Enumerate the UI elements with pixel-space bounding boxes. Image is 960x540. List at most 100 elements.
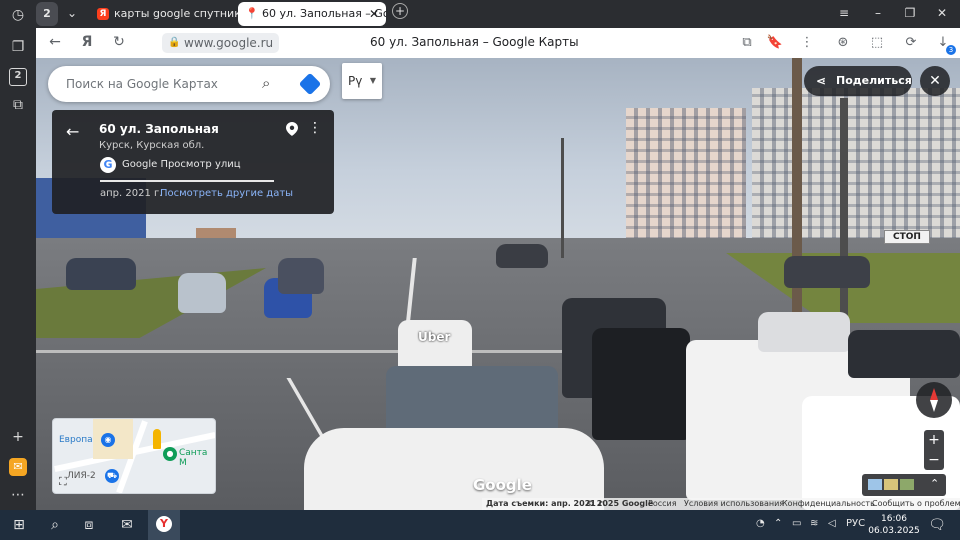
back-icon[interactable]: ← <box>46 34 64 50</box>
other-dates-link[interactable]: Посмотреть другие даты <box>160 188 293 199</box>
add-panel-icon[interactable]: + <box>9 428 27 446</box>
wifi-icon[interactable]: ≋ <box>810 518 818 529</box>
history-icon[interactable]: ◷ <box>9 6 27 24</box>
downloads-badge: 3 <box>946 45 956 55</box>
footer-privacy-link[interactable]: Конфиденциальность <box>782 498 875 510</box>
clock[interactable]: 16:06 06.03.2025 <box>866 513 922 537</box>
task-view-icon[interactable]: ⧈ <box>80 516 98 534</box>
share-icon: ⋖ <box>816 74 827 88</box>
map-label-santa: Санта М <box>179 448 208 468</box>
car <box>758 312 850 352</box>
car <box>848 330 960 378</box>
screenshot-icon[interactable]: ⧉ <box>9 96 27 114</box>
zoom-out-button[interactable]: − <box>924 450 944 470</box>
footer-country-link[interactable]: Россия <box>648 498 677 510</box>
battery-icon[interactable]: ▭ <box>792 518 801 529</box>
close-window-icon[interactable]: ✕ <box>934 6 950 20</box>
more-icon[interactable]: ⋯ <box>9 486 27 504</box>
minimize-icon[interactable]: – <box>870 6 886 20</box>
search-input[interactable]: Поиск на Google Картах <box>66 77 218 91</box>
traffic-light-pole <box>840 98 848 348</box>
url-field[interactable]: 🔒 www.google.ru <box>162 33 280 53</box>
back-arrow-icon[interactable]: ← <box>66 122 79 141</box>
footer-terms-link[interactable]: Условия использования <box>684 498 784 510</box>
more-options-icon[interactable]: ⋮ <box>798 34 816 52</box>
chevron-down-icon: ▼ <box>369 76 376 85</box>
shopping-icon: ◉ <box>101 433 115 447</box>
layer-thumb-icon[interactable] <box>884 479 898 490</box>
street-view-source: Google Просмотр улиц <box>122 159 241 170</box>
reload-icon[interactable]: ↻ <box>110 34 128 50</box>
car <box>178 273 226 313</box>
page-title: 60 ул. Запольная – Google Карты <box>370 35 579 49</box>
protect-icon[interactable]: ⊛ <box>834 34 852 52</box>
language-button[interactable]: Рү ▼ <box>342 63 382 99</box>
bookmark-icon[interactable]: 🔖 <box>766 34 784 52</box>
compass-icon[interactable] <box>916 382 952 418</box>
collections-icon[interactable]: ❐ <box>9 38 27 56</box>
restore-icon[interactable]: ❐ <box>902 6 918 20</box>
place-icon: ● <box>163 447 177 461</box>
close-icon[interactable]: ✕ <box>920 66 950 96</box>
chevron-up-icon[interactable]: ⌃ <box>930 477 939 490</box>
car <box>496 244 548 268</box>
chevron-down-icon[interactable]: ⌄ <box>64 6 80 20</box>
people-icon[interactable]: ◔ <box>756 518 765 529</box>
google-logo-icon: G <box>100 157 116 173</box>
language-indicator[interactable]: РУС <box>846 518 865 529</box>
maps-pin-icon: 📍 <box>245 7 259 20</box>
google-watermark: Google <box>473 476 532 494</box>
close-tab-icon[interactable]: ✕ <box>369 2 379 26</box>
tab-count-button[interactable]: 2 <box>36 2 58 26</box>
mail-icon[interactable]: ✉ <box>9 458 27 476</box>
directions-icon[interactable] <box>298 72 322 96</box>
search-icon[interactable]: ⌕ <box>46 516 64 534</box>
new-tab-icon[interactable]: + <box>392 3 408 19</box>
windows-start-icon[interactable]: ⊞ <box>10 516 28 534</box>
tab-strip: 2 ⌄ Я карты google спутник — 📍 60 ул. За… <box>36 0 960 28</box>
layers-control[interactable]: ⌃ <box>862 474 946 496</box>
zoom-control: + − <box>924 430 944 470</box>
taskbar: ⊞ ⌕ ⧈ ✉ Y ◔ ⌃ ▭ ≋ ◁ РУС 16:06 06.03.2025… <box>0 510 960 540</box>
tab-counter-icon[interactable]: 2 <box>9 68 27 86</box>
stop-sign: СТОП <box>884 230 930 244</box>
volume-icon[interactable]: ◁ <box>828 518 836 529</box>
search-box[interactable]: Поиск на Google Картах ⌕ <box>48 66 330 102</box>
car <box>278 258 324 294</box>
location-pin-icon[interactable] <box>286 122 298 136</box>
layer-thumb-icon[interactable] <box>900 479 914 490</box>
notifications-icon[interactable]: 🗨 <box>928 516 946 534</box>
minimap[interactable]: Европа ◉ ● Санта М ЛИЯ-2 ⛟ ⛶ <box>52 418 216 494</box>
pegman-icon[interactable] <box>153 429 161 449</box>
share-button[interactable]: ⋖ Поделиться <box>804 66 912 96</box>
map-label-lia: ЛИЯ-2 <box>67 471 96 481</box>
zoom-in-button[interactable]: + <box>924 430 944 450</box>
sync-icon[interactable]: ⟳ <box>902 34 920 52</box>
street-view-panorama[interactable]: СТОП Uber Поиск на Google Картах ⌕ Рү ▼ … <box>36 58 960 510</box>
tray-up-icon[interactable]: ⌃ <box>774 518 782 529</box>
divider <box>100 180 274 182</box>
tab-yandex-search[interactable]: Я карты google спутник — <box>90 2 240 26</box>
location-info-card: ← 60 ул. Запольная Курск, Курская обл. ⋮… <box>52 110 334 214</box>
browser-sidebar: ◷ ❐ 2 ⧉ + ✉ ⋯ <box>0 0 36 510</box>
expand-icon[interactable]: ⛶ <box>59 475 67 489</box>
tab-google-maps[interactable]: 📍 60 ул. Запольная – Goo ✕ <box>238 2 386 26</box>
mail-icon[interactable]: ✉ <box>118 516 136 534</box>
search-icon[interactable]: ⌕ <box>262 74 270 92</box>
menu-icon[interactable]: ≡ <box>836 6 852 20</box>
more-vert-icon[interactable]: ⋮ <box>308 120 322 136</box>
shopping-center-building <box>752 88 960 248</box>
yandex-logo-icon[interactable]: Я <box>78 34 96 50</box>
yandex-browser-taskbar-button[interactable]: Y <box>148 510 180 540</box>
capture-date: апр. 2021 г. <box>100 188 163 199</box>
black-suv <box>592 328 690 440</box>
shop-cart-icon: ⛟ <box>105 469 119 483</box>
footer-report-link[interactable]: Сообщить о проблеме <box>872 498 960 510</box>
extensions-icon[interactable]: ⬚ <box>868 34 886 52</box>
tabs-counter-icon[interactable]: ⧉ <box>738 34 756 52</box>
downloads-icon[interactable]: ↓ 3 <box>934 34 956 55</box>
street-light-pole <box>561 138 564 258</box>
parked-car <box>66 258 136 290</box>
layer-thumb-icon[interactable] <box>868 479 882 490</box>
address-bar-row: ← Я ↻ 🔒 www.google.ru 60 ул. Запольная –… <box>36 28 960 58</box>
